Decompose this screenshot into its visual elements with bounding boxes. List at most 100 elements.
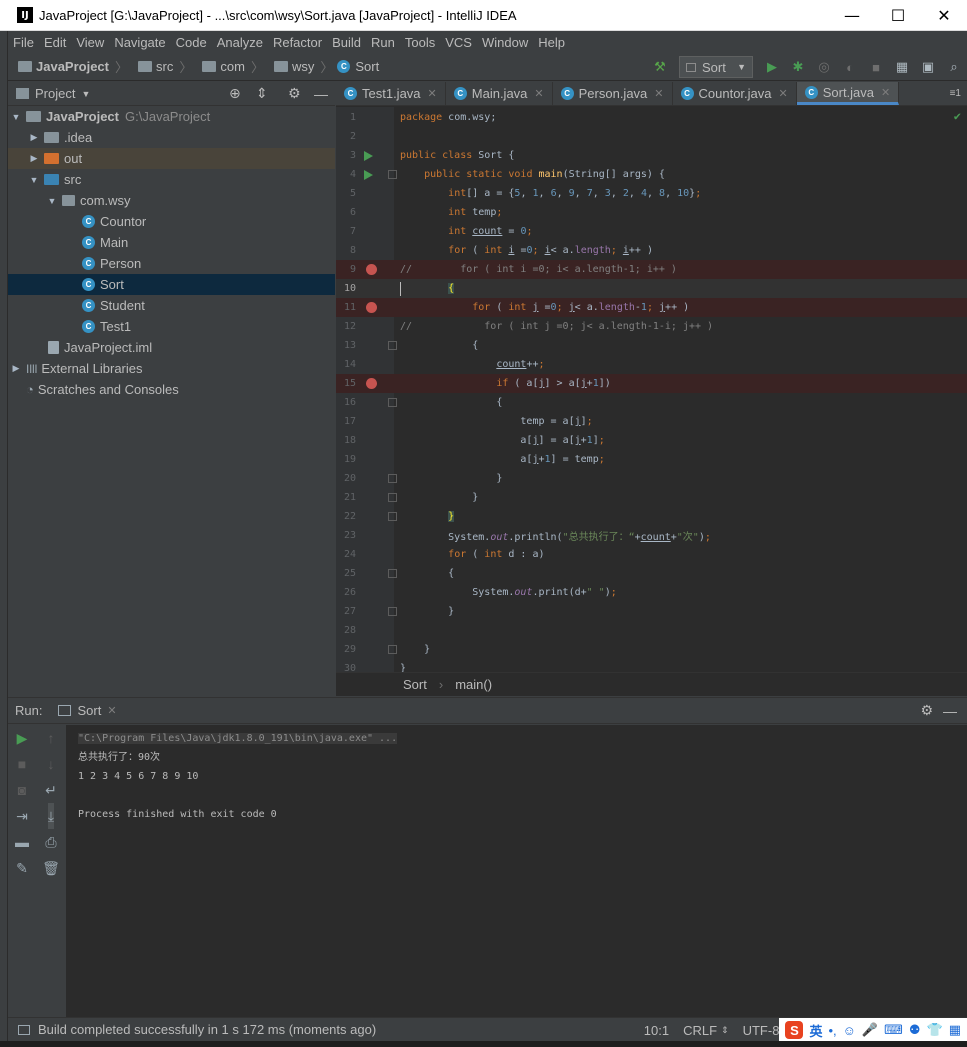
camera-icon[interactable]: ◙ bbox=[18, 777, 26, 803]
search-icon[interactable]: ⌕ bbox=[943, 56, 965, 78]
breakpoint-icon[interactable] bbox=[366, 302, 377, 313]
tool-windows-icon[interactable] bbox=[18, 1024, 30, 1035]
chevron-right-icon[interactable]: ▶ bbox=[28, 132, 40, 143]
menu-analyze[interactable]: Analyze bbox=[212, 35, 268, 50]
down-arrow-icon[interactable]: ↓ bbox=[48, 751, 55, 777]
breadcrumb-class[interactable]: Sort bbox=[403, 677, 427, 692]
ime-language[interactable]: 英 bbox=[809, 1021, 822, 1040]
run-gutter-icon[interactable] bbox=[364, 169, 373, 180]
chevron-right-icon[interactable]: ▶ bbox=[28, 153, 40, 164]
tab-overflow-button[interactable]: ≡1 bbox=[950, 82, 967, 105]
toolbox-icon[interactable]: ▦ bbox=[949, 1022, 961, 1038]
hide-panel-icon[interactable]: — bbox=[314, 86, 328, 102]
keyboard-icon[interactable]: ⌨ bbox=[884, 1022, 903, 1038]
tab-sort[interactable]: C Sort.java ✕ bbox=[796, 82, 900, 105]
tab-test1[interactable]: C Test1.java ✕ bbox=[336, 82, 446, 105]
toggle-window-icon[interactable]: ▣ bbox=[917, 56, 939, 78]
chevron-down-icon[interactable]: ▼ bbox=[81, 89, 90, 99]
profile-icon[interactable]: ◐ bbox=[839, 56, 861, 78]
menu-edit[interactable]: Edit bbox=[39, 35, 71, 50]
tree-node-class[interactable]: C Test1 bbox=[8, 316, 335, 337]
stop-icon[interactable]: ■ bbox=[18, 751, 26, 777]
fold-icon[interactable] bbox=[388, 512, 397, 521]
menu-build[interactable]: Build bbox=[327, 35, 366, 50]
skin-icon[interactable]: 👕 bbox=[927, 1022, 943, 1038]
collapse-all-icon[interactable]: ⇕ bbox=[256, 85, 268, 102]
fold-icon[interactable] bbox=[388, 607, 397, 616]
trash-icon[interactable]: 🗑 bbox=[42, 855, 60, 881]
menu-view[interactable]: View bbox=[71, 35, 109, 50]
fold-icon[interactable] bbox=[388, 398, 397, 407]
gear-icon[interactable]: ⚙ bbox=[288, 85, 301, 102]
tree-node-scratches[interactable]: ◔ Scratches and Consoles bbox=[8, 379, 335, 400]
run-tab-label[interactable]: Sort bbox=[77, 703, 101, 718]
punctuation-icon[interactable]: •, bbox=[828, 1023, 836, 1038]
breadcrumb-file[interactable]: Sort bbox=[355, 59, 379, 74]
menu-refactor[interactable]: Refactor bbox=[268, 35, 327, 50]
close-icon[interactable]: ✕ bbox=[881, 86, 890, 99]
breadcrumb-com[interactable]: com bbox=[220, 59, 245, 74]
emoji-icon[interactable]: ☺ bbox=[843, 1023, 856, 1038]
fold-icon[interactable] bbox=[388, 493, 397, 502]
fold-icon[interactable] bbox=[388, 645, 397, 654]
breakpoint-icon[interactable] bbox=[366, 264, 377, 275]
tree-node-external-libraries[interactable]: ▶ Illl External Libraries bbox=[8, 358, 335, 379]
maximize-button[interactable]: ☐ bbox=[875, 0, 921, 31]
code-editor[interactable]: ✔ 1 package com.wsy; 2 3 public class Sort… bbox=[336, 107, 967, 672]
hide-panel-icon[interactable]: — bbox=[943, 703, 957, 719]
build-hammer-icon[interactable]: ⚒ bbox=[649, 56, 671, 78]
tab-main[interactable]: C Main.java ✕ bbox=[446, 82, 553, 105]
menu-code[interactable]: Code bbox=[171, 35, 212, 50]
menu-run[interactable]: Run bbox=[366, 35, 400, 50]
tree-node-out[interactable]: ▶ out bbox=[8, 148, 335, 169]
caret-position[interactable]: 10:1 bbox=[644, 1023, 669, 1038]
rerun-icon[interactable]: ▶ bbox=[17, 725, 28, 751]
tab-countor[interactable]: C Countor.java ✕ bbox=[673, 82, 797, 105]
file-encoding[interactable]: UTF-8 bbox=[743, 1023, 780, 1038]
fold-icon[interactable] bbox=[388, 170, 397, 179]
soft-wrap-icon[interactable]: ↵ bbox=[45, 777, 57, 803]
tree-node-class[interactable]: C Countor bbox=[8, 211, 335, 232]
tree-node-class[interactable]: C Person bbox=[8, 253, 335, 274]
chevron-down-icon[interactable]: ▼ bbox=[10, 112, 22, 122]
tree-node-idea[interactable]: ▶ .idea bbox=[8, 127, 335, 148]
breakpoint-icon[interactable] bbox=[366, 378, 377, 389]
up-arrow-icon[interactable]: ↑ bbox=[48, 725, 55, 751]
breadcrumb-wsy[interactable]: wsy bbox=[292, 59, 314, 74]
coverage-icon[interactable]: ◎ bbox=[813, 56, 835, 78]
tree-node-class[interactable]: C Main bbox=[8, 232, 335, 253]
chevron-down-icon[interactable]: ▼ bbox=[28, 175, 40, 185]
tree-node-class[interactable]: C Student bbox=[8, 295, 335, 316]
locate-crosshair-icon[interactable]: ⊕ bbox=[229, 85, 241, 102]
tab-person[interactable]: C Person.java ✕ bbox=[553, 82, 673, 105]
pin-icon[interactable]: ✎ bbox=[16, 855, 28, 881]
print-icon[interactable]: ⎙ bbox=[45, 829, 56, 855]
breadcrumb-src[interactable]: src bbox=[156, 59, 173, 74]
chevron-right-icon[interactable]: ▶ bbox=[10, 363, 22, 374]
chevron-down-icon[interactable]: ⇕ bbox=[721, 1025, 729, 1036]
close-icon[interactable]: ✕ bbox=[779, 87, 788, 100]
line-separator[interactable]: CRLF bbox=[683, 1023, 717, 1038]
console-output[interactable]: "C:\Program Files\Java\jdk1.8.0_191\bin\… bbox=[66, 725, 967, 1018]
run-icon[interactable]: ▶ bbox=[761, 56, 783, 78]
exit-icon[interactable]: ⇥ bbox=[16, 803, 28, 829]
sogou-logo-icon[interactable]: S bbox=[785, 1021, 804, 1039]
menu-help[interactable]: Help bbox=[533, 35, 570, 50]
debug-bug-icon[interactable]: ✱ bbox=[787, 56, 809, 78]
close-icon[interactable]: ✕ bbox=[428, 87, 437, 100]
stop-icon[interactable]: ■ bbox=[865, 56, 887, 78]
project-panel-title[interactable]: Project bbox=[35, 86, 75, 101]
tree-node-root[interactable]: ▼ JavaProject G:\JavaProject bbox=[8, 106, 335, 127]
menu-vcs[interactable]: VCS bbox=[440, 35, 477, 50]
breadcrumb-method[interactable]: main() bbox=[455, 677, 492, 692]
close-icon[interactable]: ✕ bbox=[107, 704, 116, 717]
chevron-down-icon[interactable]: ▼ bbox=[46, 196, 58, 206]
tree-node-package[interactable]: ▼ com.wsy bbox=[8, 190, 335, 211]
run-gutter-icon[interactable] bbox=[364, 150, 373, 161]
project-structure-icon[interactable]: ▦ bbox=[891, 56, 913, 78]
layout-icon[interactable]: ▬ bbox=[15, 829, 29, 855]
breadcrumb-project[interactable]: JavaProject bbox=[36, 59, 109, 74]
fold-icon[interactable] bbox=[388, 341, 397, 350]
menu-tools[interactable]: Tools bbox=[400, 35, 440, 50]
close-icon[interactable]: ✕ bbox=[534, 87, 543, 100]
